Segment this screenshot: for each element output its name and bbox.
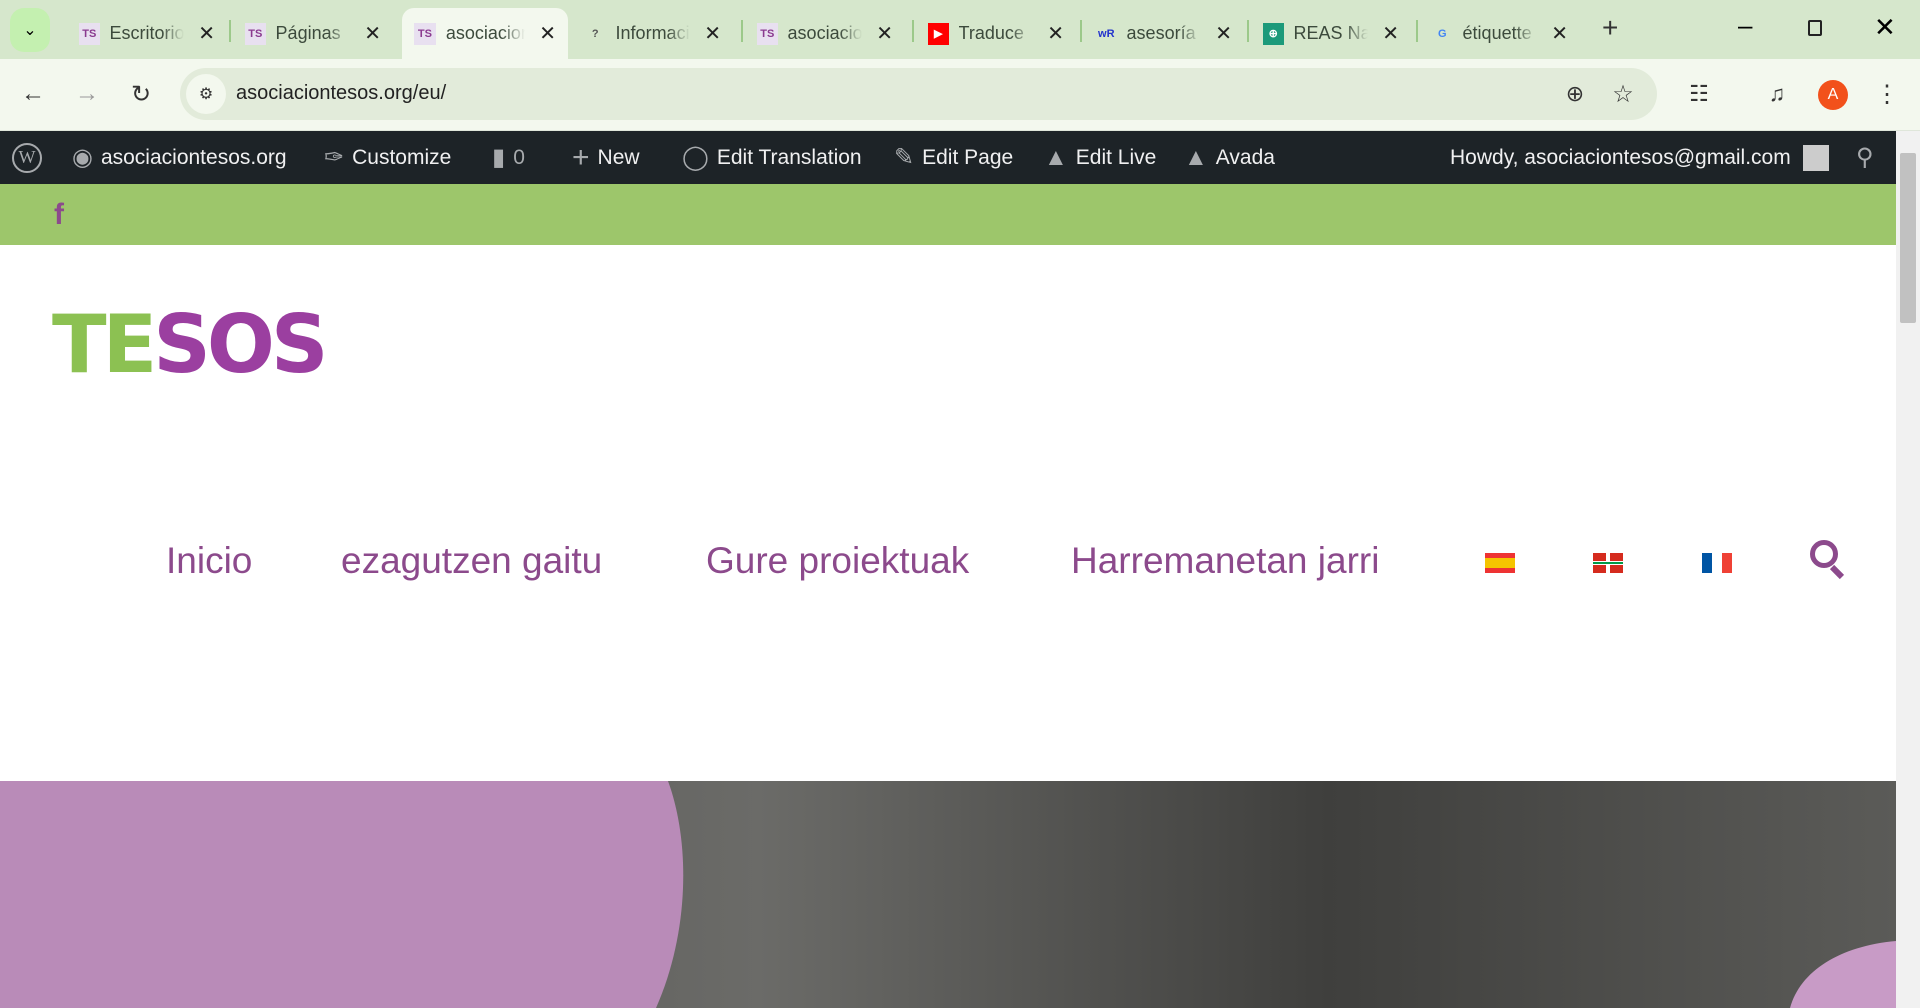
tab-title: asesoría [1126,23,1196,43]
admin-customize-link[interactable]: ✑ Customize [324,131,451,184]
tab-separator [1416,20,1418,42]
wp-admin-bar: W ◉ asociaciontesos.org ✑ Customize ▮ 0 + Ne… [0,131,1896,184]
google-icon: G [1437,27,1447,40]
browser-tab[interactable]: Gétiquette ✕ [1420,8,1580,59]
wordpress-logo-icon[interactable]: W [12,131,42,184]
tab-title: Escritorio [109,23,185,43]
url-text[interactable]: asociaciontesos.org/eu/ [236,82,446,105]
close-tab-icon[interactable]: ✕ [1215,21,1232,46]
translate-icon: ? [591,27,599,40]
extensions-icon[interactable]: ☷ [1684,79,1714,109]
avada-icon: ▲ [1184,143,1208,171]
tesos-icon: TS [79,22,100,45]
browser-tab[interactable]: TS asociaciontesos ✕ [402,8,568,59]
site-search-icon[interactable] [1810,540,1846,580]
tab-title: Páginas [275,23,341,43]
media-control-icon[interactable]: ♫ [1762,79,1792,109]
minimize-button[interactable]: – [1738,10,1752,41]
hero-corner-shape [1790,941,1896,1008]
flag-eu-icon[interactable] [1593,553,1623,573]
admin-comments-link[interactable]: ▮ 0 [492,131,525,184]
reload-icon[interactable]: ↻ [126,79,156,109]
dashboard-icon: ◉ [72,144,93,171]
tab-title: Informacion [615,23,691,43]
close-tab-icon[interactable]: ✕ [1047,21,1064,46]
nav-item[interactable]: ezagutzen gaitu [341,540,602,582]
browser-tab[interactable]: TS Escritorio ✕ [67,8,227,59]
restore-button[interactable] [1808,20,1822,36]
scrollbar-thumb[interactable] [1900,153,1916,323]
browser-tab[interactable]: TS asociaciontesos ✕ [745,8,905,59]
admin-edit-translation-link[interactable]: ◯ Edit Translation [682,131,862,184]
tab-title: asociaciontesos [787,23,863,43]
youtube-icon: ▶ [928,22,949,45]
tesos-icon: TS [414,22,436,45]
admin-edit-live-link[interactable]: ▲ Edit Live [1044,131,1156,184]
site-logo[interactable]: TESOS [52,300,328,390]
zoom-icon[interactable]: ⊕ [1560,79,1590,109]
close-tab-icon[interactable]: ✕ [364,21,381,46]
hero-shapes [0,781,1896,1008]
close-tab-icon[interactable]: ✕ [1551,21,1568,46]
brush-icon: ✑ [324,144,345,171]
tab-title: asociaciontesos [445,23,525,43]
flag-es-icon[interactable] [1485,553,1515,573]
hero-image [0,781,1896,1008]
admin-search-icon[interactable]: ⚲ [1856,131,1874,184]
admin-site-link[interactable]: ◉ asociaciontesos.org [72,131,287,184]
browser-tab[interactable]: ⊕ REAS Navarra ✕ [1251,8,1411,59]
tesos-icon: TS [245,22,266,45]
hero-purple-overlay [0,781,684,1008]
user-avatar-icon [1802,144,1829,171]
close-tab-icon[interactable]: ✕ [876,21,893,46]
nav-item[interactable]: Harremanetan jarri [1071,540,1379,582]
tab-title: étiquette [1462,23,1532,43]
tab-strip: ⌄ TS Escritorio ✕ TS Páginas ✕ TS asociaciontes… [0,0,1920,59]
browser-tab[interactable]: ? Informacion ✕ [573,8,733,59]
avada-icon: ▲ [1044,143,1068,171]
tab-separator [229,20,231,42]
close-tab-icon[interactable]: ✕ [198,21,215,46]
translate-icon: ◯ [682,144,709,171]
admin-avada-link[interactable]: ▲ Avada [1184,131,1275,184]
address-bar[interactable]: ⚙ asociaciontesos.org/eu/ ⊕ ☆ [180,68,1657,120]
pencil-icon: ✎ [894,144,915,171]
close-tab-icon[interactable]: ✕ [704,21,721,46]
comment-icon: ▮ [492,144,506,171]
new-tab-button[interactable]: + [1602,12,1618,44]
tab-title: REAS Navarra [1293,23,1369,43]
menu-icon[interactable]: ⋮ [1872,79,1902,109]
tab-separator [912,20,914,42]
tab-title: Traduce [958,23,1024,43]
browser-tab[interactable]: wR asesoría ✕ [1084,8,1244,59]
globe-icon: ⊕ [1263,22,1284,45]
admin-new-link[interactable]: + New [572,131,640,184]
tab-separator [1247,20,1249,42]
browser-toolbar: ← → ↻ ⚙ asociaciontesos.org/eu/ ⊕ ☆ ☷ ♫ … [0,59,1920,131]
close-tab-icon[interactable]: ✕ [1382,21,1399,46]
close-window-button[interactable]: ✕ [1874,12,1896,43]
wordreference-icon: wR [1098,27,1115,40]
tab-separator [741,20,743,42]
forward-icon[interactable]: → [72,79,102,109]
tab-separator [1080,20,1082,42]
top-social-bar: f [0,184,1896,245]
admin-account-link[interactable]: Howdy, asociaciontesos@gmail.com [1450,131,1829,184]
admin-edit-page-link[interactable]: ✎ Edit Page [894,131,1013,184]
page-scrollbar[interactable] [1896,131,1920,1008]
profile-avatar[interactable]: A [1818,80,1848,110]
back-icon[interactable]: ← [18,79,48,109]
flag-fr-icon[interactable] [1702,553,1732,573]
browser-tab[interactable]: TS Páginas ✕ [233,8,393,59]
bookmark-star-icon[interactable]: ☆ [1608,79,1638,109]
browser-tab[interactable]: ▶ Traduce ✕ [916,8,1076,59]
site-info-icon[interactable]: ⚙ [186,74,226,114]
nav-item[interactable]: Inicio [166,540,252,582]
close-tab-icon[interactable]: ✕ [539,21,556,46]
plus-icon: + [572,140,590,174]
nav-item[interactable]: Gure proiektuak [706,540,969,582]
tab-search-button[interactable]: ⌄ [10,8,50,52]
facebook-icon[interactable]: f [54,198,64,232]
tesos-icon: TS [757,22,778,45]
